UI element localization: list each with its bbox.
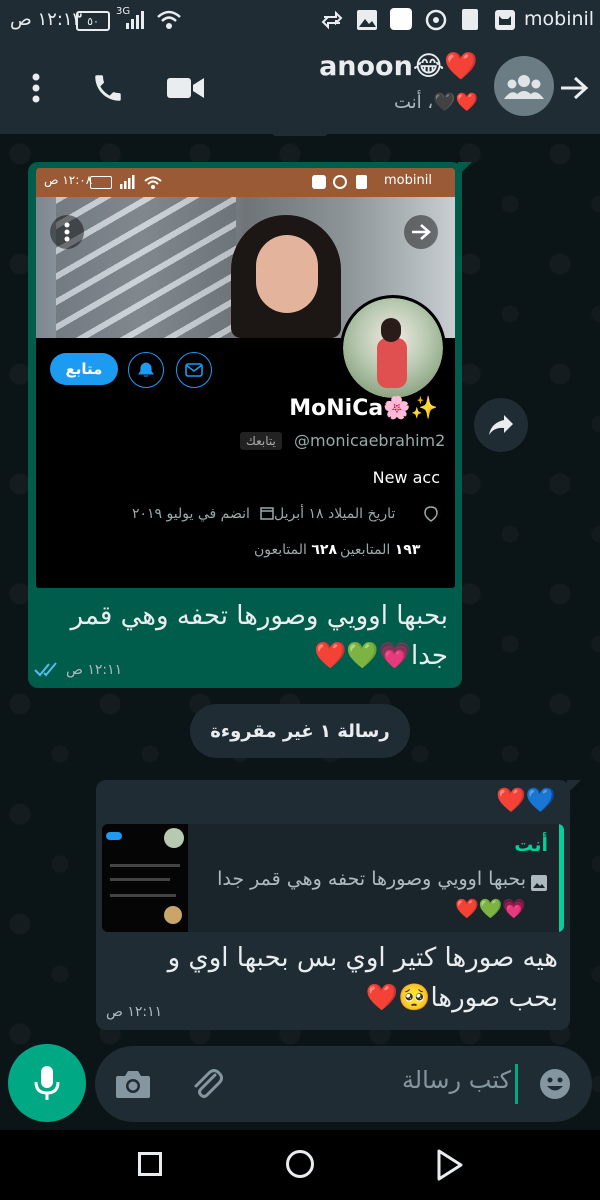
vodafone-icon bbox=[425, 9, 447, 31]
shot-battery-icon bbox=[90, 176, 112, 189]
system-navigation-bar bbox=[0, 1130, 600, 1200]
profile-handle: @monicaebrahim2 bbox=[294, 431, 446, 450]
quote-accent-bar bbox=[559, 824, 564, 932]
avatar-dress bbox=[377, 338, 407, 388]
double-check-read-icon bbox=[34, 662, 57, 677]
quote-author: أنت bbox=[514, 834, 548, 856]
following-label: المتابعين bbox=[340, 542, 391, 558]
unread-messages-divider: رسالة ١ غير مقروءة bbox=[190, 704, 410, 758]
signal-icon bbox=[126, 11, 144, 29]
message-2-time: ١٢:١١ ص bbox=[106, 1004, 163, 1020]
emoji-icon[interactable] bbox=[535, 1064, 575, 1104]
banner-person-face bbox=[256, 235, 318, 313]
quote-thumb-avatar bbox=[164, 828, 184, 848]
more-options-icon[interactable] bbox=[20, 68, 52, 108]
sim-card-icon bbox=[462, 9, 478, 30]
quoted-reply[interactable]: أنت بحبها اوويي وصورها تحفه وهي قمر جدا💗… bbox=[102, 824, 564, 932]
message-2-text: هيه صورها كتير اوي بس بحبها اوي و بحب صو… bbox=[167, 943, 558, 1013]
app-notification-icon bbox=[390, 8, 412, 30]
attach-clip-icon[interactable] bbox=[187, 1064, 227, 1104]
shot-sim-icon bbox=[356, 175, 367, 189]
quote-thumb-line bbox=[110, 878, 170, 881]
quote-thumbnail bbox=[102, 824, 188, 932]
message-envelope-icon bbox=[176, 352, 212, 388]
home-button-icon[interactable] bbox=[286, 1150, 314, 1178]
followers-stat: ٦٢٨ المتابعون bbox=[254, 542, 337, 558]
shot-carrier: mobinil bbox=[384, 173, 432, 188]
back-arrow-icon[interactable] bbox=[556, 70, 592, 106]
shot-more-icon bbox=[50, 215, 84, 249]
shot-status-time: ١٢:٠٨ ص bbox=[44, 173, 93, 187]
quote-thumb-line bbox=[110, 864, 180, 867]
follows-you-badge: يتابعك bbox=[240, 432, 282, 450]
shot-app-icon bbox=[312, 175, 326, 189]
quote-thumb-button bbox=[106, 832, 122, 840]
battery-level: ٥٠ bbox=[87, 14, 99, 28]
following-button: متابع bbox=[50, 353, 118, 385]
profile-birthday: تاريخ الميلاد ١٨ أبريل bbox=[274, 506, 396, 522]
forward-share-icon bbox=[489, 415, 513, 435]
profile-display-name: MoNiCa🌸✨ bbox=[289, 396, 438, 421]
sync-icon bbox=[321, 10, 343, 30]
text-cursor bbox=[515, 1064, 518, 1104]
banner-stairs bbox=[56, 197, 236, 338]
message-1-time: ١٢:١١ ص bbox=[66, 662, 123, 678]
quote-text: بحبها اوويي وصورها تحفه وهي قمر جدا💗💚❤️ bbox=[217, 868, 526, 920]
avatar-photo bbox=[343, 298, 443, 398]
status-time: ١٢:١٣ ص bbox=[10, 9, 83, 30]
message-2-reactions: ❤️💙 bbox=[496, 786, 556, 814]
calendar-icon bbox=[260, 507, 274, 520]
shot-signal-icon bbox=[120, 175, 135, 189]
profile-screenshot-image[interactable]: ١٢:٠٨ ص mobinil متابع MoNiCa🌸✨ يتابعك @m… bbox=[36, 168, 455, 588]
shot-forward-arrow-icon bbox=[404, 215, 438, 249]
status-bar: ١٢:١٣ ص ٥٠ 3G mobinil bbox=[0, 0, 600, 40]
mic-button[interactable] bbox=[8, 1044, 86, 1122]
following-stat: ١٩٣ المتابعين bbox=[340, 542, 420, 558]
cat-app-icon bbox=[495, 10, 515, 30]
chat-subtitle[interactable]: ❤️🖤، أنت bbox=[250, 92, 478, 113]
chat-header: anoon😂❤️ ❤️🖤، أنت bbox=[0, 40, 600, 134]
battery-icon: ٥٠ bbox=[76, 11, 110, 31]
bubble-tail bbox=[458, 162, 472, 176]
notifications-bell-icon bbox=[128, 352, 164, 388]
message-input[interactable]: كتب رسالة bbox=[255, 1066, 511, 1094]
quote-thumb-avatar-small bbox=[164, 906, 182, 924]
gallery-icon bbox=[357, 10, 377, 30]
recents-button-icon[interactable] bbox=[138, 1152, 162, 1176]
message-composer: كتب رسالة bbox=[95, 1046, 592, 1122]
video-call-icon[interactable] bbox=[164, 68, 208, 108]
chat-title[interactable]: anoon😂❤️ bbox=[250, 50, 478, 82]
scroll-handle bbox=[272, 128, 328, 136]
following-count: ١٩٣ bbox=[394, 542, 421, 558]
shot-vodafone-icon bbox=[333, 175, 347, 189]
forward-button[interactable] bbox=[474, 398, 528, 452]
mic-icon bbox=[34, 1066, 60, 1100]
shot-status-bar: ١٢:٠٨ ص mobinil bbox=[36, 168, 455, 197]
profile-avatar bbox=[340, 295, 446, 401]
birthday-location-icon bbox=[424, 506, 438, 522]
camera-icon[interactable] bbox=[113, 1066, 153, 1102]
shot-wifi-icon bbox=[144, 176, 162, 189]
voice-call-icon[interactable] bbox=[86, 66, 130, 110]
avatar-head bbox=[381, 318, 401, 342]
wifi-icon bbox=[157, 10, 181, 29]
profile-joined: انضم في يوليو ٢٠١٩ bbox=[132, 506, 250, 522]
back-button-icon[interactable] bbox=[436, 1149, 464, 1181]
profile-bio: New acc bbox=[372, 468, 440, 487]
carrier-name: mobinil bbox=[524, 8, 595, 30]
quote-photo-icon bbox=[531, 875, 547, 891]
group-avatar-icon[interactable] bbox=[494, 56, 554, 116]
quote-thumb-line bbox=[110, 894, 176, 897]
followers-count: ٦٢٨ bbox=[311, 542, 337, 558]
followers-label: المتابعون bbox=[254, 542, 307, 558]
